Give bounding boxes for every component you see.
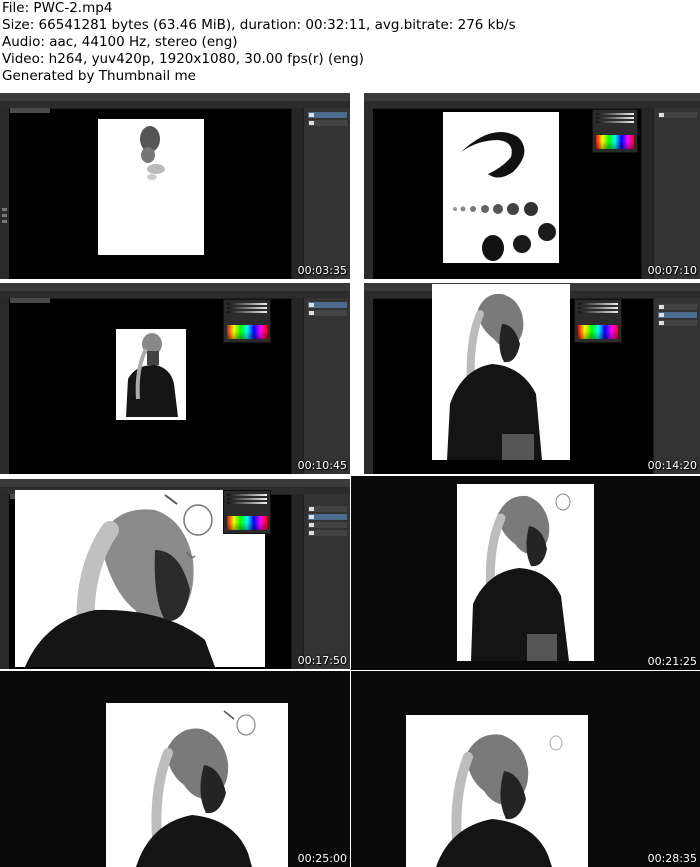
video-info-line: Video: h264, yuv420p, 1920x1080, 30.00 f… [2,51,364,67]
layers-panel [653,108,700,279]
color-spectrum [227,516,267,530]
thumbnail-3[interactable]: 00:10:45 [0,283,350,474]
color-picker-panel [223,299,271,343]
brush-strokes [453,132,556,261]
file-name-line: File: PWC-2.mp4 [2,0,113,16]
timestamp-label: 00:21:25 [647,655,697,668]
layers-panel [303,298,350,474]
document-tab [10,108,50,113]
canvas [116,329,186,420]
timestamp-label: 00:28:35 [647,852,697,865]
canvas [443,112,559,263]
thumbnail-7[interactable]: 00:25:00 [0,671,350,867]
sketch-drawing [140,126,165,180]
thumbnail-5[interactable]: 00:17:50 [0,479,350,669]
figure-drawing [447,293,542,460]
color-picker-panel [223,490,271,534]
tools-panel [364,298,373,474]
canvas [457,484,594,661]
file-size-line: Size: 66541281 bytes (63.46 MiB), durati… [2,17,516,33]
color-spectrum [578,325,618,339]
layers-panel [303,494,350,669]
audio-info-line: Audio: aac, 44100 Hz, stereo (eng) [2,34,238,50]
layers-panel [653,298,700,474]
figure-drawing [136,710,256,867]
thumbnail-grid: 00:03:35 00:07:10 00:10:45 00:14:20 00:1… [0,84,700,867]
color-spectrum [596,135,634,149]
figure-drawing [436,734,563,867]
tools-panel [364,108,373,279]
canvas [106,703,288,867]
timestamp-label: 00:14:20 [647,459,697,472]
timestamp-label: 00:03:35 [297,264,347,277]
layers-panel [303,108,350,279]
file-info-header: File: PWC-2.mp4 Size: 66541281 bytes (63… [2,0,698,84]
canvas [406,715,588,867]
tools-panel [0,108,9,279]
timestamp-label: 00:07:10 [647,264,697,277]
thumbnail-1[interactable]: 00:03:35 [0,93,350,279]
canvas [98,119,204,255]
thumbnail-4[interactable]: 00:14:20 [364,283,700,474]
canvas [432,284,570,460]
timestamp-label: 00:10:45 [297,459,347,472]
color-picker-panel [574,299,622,343]
timestamp-label: 00:17:50 [297,654,347,667]
tools-panel [0,494,9,669]
document-tab [10,298,50,303]
generator-line: Generated by Thumbnail me [2,68,196,84]
thumbnail-2[interactable]: 00:07:10 [364,93,700,279]
tools-panel [0,298,9,474]
thumbnail-8[interactable]: 00:28:35 [351,671,700,867]
timestamp-label: 00:25:00 [297,852,347,865]
color-picker-panel [592,109,638,153]
thumbnail-6[interactable]: 00:21:25 [351,476,700,670]
color-spectrum [227,325,267,339]
figure-drawing [471,493,571,661]
figure-drawing [126,333,178,417]
